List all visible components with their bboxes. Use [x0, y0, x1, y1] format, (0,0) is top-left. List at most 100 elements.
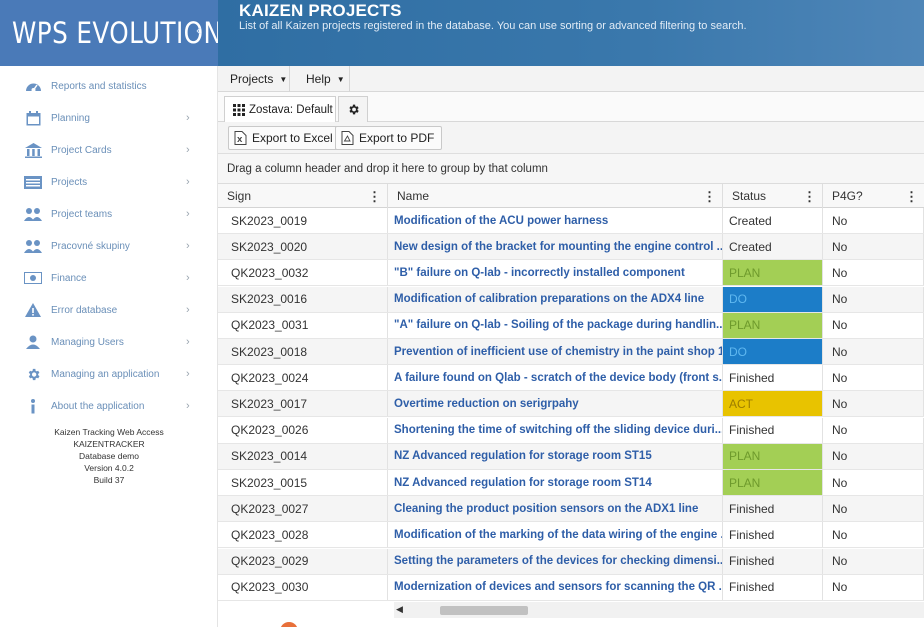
brand-panel: WPS EVOLUTION ‹ — [0, 0, 222, 66]
cell-name[interactable]: Cleaning the product position sensors on… — [388, 496, 723, 522]
table-row[interactable]: SK2023_0017 Overtime reduction on serigrp… — [218, 391, 924, 418]
table-row[interactable]: QK2023_0027 Cleaning the product position… — [218, 496, 924, 523]
cell-name[interactable]: Shortening the time of switching off the… — [388, 417, 723, 443]
sidebar-item-projects[interactable]: Projects › — [0, 166, 218, 198]
sidebar-item-pracovn-skupiny[interactable]: Pracovné skupiny › — [0, 230, 218, 262]
column-header-sign[interactable]: Sign ⋮ — [218, 184, 388, 208]
sidebar-item-label: Project Cards — [51, 144, 112, 156]
sidebar-item-label: Finance — [51, 272, 87, 284]
table-row[interactable]: SK2023_0018 Prevention of inefficient use… — [218, 339, 924, 365]
column-menu-icon[interactable]: ⋮ — [803, 189, 816, 205]
cell-name[interactable]: Modification of calibration preparations… — [388, 286, 723, 312]
projects-menu[interactable]: Projects ▼ — [222, 66, 290, 92]
gear-icon — [348, 104, 359, 115]
chevron-right-icon: › — [186, 368, 190, 380]
users-icon — [24, 238, 42, 254]
cell-name[interactable]: Prevention of inefficient use of chemist… — [388, 339, 723, 364]
app-info: Kaizen Tracking Web Access KAIZENTRACKER… — [0, 426, 218, 486]
cell-sign: QK2023_0031 — [218, 312, 388, 338]
app-logo[interactable]: WPS EVOLUTION — [12, 16, 222, 50]
cell-p4g: No — [823, 312, 924, 338]
grid-header: Sign ⋮ Name ⋮ Status ⋮ P4G? ⋮ — [218, 184, 924, 208]
cell-name[interactable]: "B" failure on Q-lab - incorrectly insta… — [388, 260, 723, 286]
export-excel-button[interactable]: X Export to Excel — [228, 126, 341, 150]
sidebar-item-managing-users[interactable]: Managing Users › — [0, 326, 218, 358]
users-icon — [24, 206, 42, 222]
column-header-label: Sign — [227, 189, 252, 203]
cell-name[interactable]: Overtime reduction on serigrpahy — [388, 391, 723, 417]
column-menu-icon[interactable]: ⋮ — [368, 189, 381, 205]
column-header-p4g[interactable]: P4G? ⋮ — [823, 184, 924, 208]
cell-name[interactable]: NZ Advanced regulation for storage room … — [388, 443, 723, 469]
sidebar-item-finance[interactable]: Finance › — [0, 262, 218, 294]
cell-sign: SK2023_0015 — [218, 470, 388, 495]
table-row[interactable]: QK2023_0024 A failure found on Qlab - scr… — [218, 365, 924, 392]
chevron-right-icon: › — [186, 144, 190, 156]
menu-bar: Projects ▼ Help ▼ — [218, 66, 924, 92]
table-row[interactable]: QK2023_0030 Modernization of devices and … — [218, 574, 924, 601]
cell-status: DO — [723, 286, 823, 312]
cell-p4g: No — [823, 470, 924, 495]
horizontal-scrollbar[interactable]: ◀ — [394, 602, 924, 618]
cell-name[interactable]: "A" failure on Q-lab - Soiling of the pa… — [388, 312, 723, 338]
cell-name[interactable]: New design of the bracket for mounting t… — [388, 234, 723, 260]
cell-p4g: No — [823, 574, 924, 600]
app-window: WPS EVOLUTION ‹ KAIZEN PROJECTS List of … — [0, 0, 924, 627]
cell-name[interactable]: A failure found on Qlab - scratch of the… — [388, 365, 723, 391]
export-pdf-button[interactable]: Export to PDF — [335, 126, 443, 150]
sidebar-item-error-database[interactable]: Error database › — [0, 294, 218, 326]
sidebar-item-label: Reports and statistics — [51, 80, 147, 92]
table-row[interactable]: SK2023_0019 Modification of the ACU power… — [218, 208, 924, 234]
chevron-right-icon: › — [186, 208, 190, 220]
cell-status: Finished — [723, 574, 823, 600]
sidebar-item-project-teams[interactable]: Project teams › — [0, 198, 218, 230]
cell-name[interactable]: Modification of the marking of the data … — [388, 522, 723, 548]
scrollbar-thumb[interactable] — [440, 606, 528, 615]
group-by-panel[interactable]: Drag a column header and drop it here to… — [218, 154, 924, 184]
column-menu-icon[interactable]: ⋮ — [905, 189, 918, 205]
sidebar-item-project-cards[interactable]: Project Cards › — [0, 134, 218, 166]
app-info-line: Kaizen Tracking Web Access — [54, 427, 164, 437]
cell-p4g: No — [823, 496, 924, 522]
cell-name[interactable]: Modification of the ACU power harness — [388, 208, 723, 233]
sidebar-item-managing-an-application[interactable]: Managing an application › — [0, 358, 218, 390]
cell-sign: QK2023_0032 — [218, 260, 388, 286]
cell-status: Finished — [723, 522, 823, 548]
column-menu-icon[interactable]: ⋮ — [703, 189, 716, 205]
sidebar-item-planning[interactable]: Planning › — [0, 102, 218, 134]
calendar-icon — [24, 110, 42, 126]
table-row[interactable]: SK2023_0015 NZ Advanced regulation for st… — [218, 470, 924, 496]
cell-status: Finished — [723, 496, 823, 522]
cell-sign: QK2023_0029 — [218, 548, 388, 574]
cell-name[interactable]: NZ Advanced regulation for storage room … — [388, 470, 723, 495]
cell-sign: SK2023_0020 — [218, 234, 388, 260]
sidebar-item-label: Managing an application — [51, 368, 160, 380]
cell-name[interactable]: Modernization of devices and sensors for… — [388, 574, 723, 600]
table-row[interactable]: QK2023_0031 "A" failure on Q-lab - Soilin… — [218, 312, 924, 339]
table-row[interactable]: SK2023_0020 New design of the bracket for… — [218, 234, 924, 261]
table-row[interactable]: QK2023_0026 Shortening the time of switch… — [218, 417, 924, 444]
table-row[interactable]: QK2023_0032 "B" failure on Q-lab - incorr… — [218, 260, 924, 287]
table-row[interactable]: QK2023_0028 Modification of the marking o… — [218, 522, 924, 549]
tab-settings[interactable] — [338, 96, 368, 122]
column-header-name[interactable]: Name ⋮ — [388, 184, 723, 208]
tab-report-default[interactable]: Zostava: Default — [224, 96, 336, 122]
cell-name[interactable]: Setting the parameters of the devices fo… — [388, 548, 723, 574]
cell-sign: QK2023_0028 — [218, 522, 388, 548]
app-info-line: Version 4.0.2 — [84, 463, 134, 473]
sidebar-collapse-icon[interactable]: ‹ — [196, 22, 201, 40]
cell-status: Finished — [723, 548, 823, 574]
export-excel-label: Export to Excel — [252, 131, 333, 145]
table-row[interactable]: SK2023_0014 NZ Advanced regulation for st… — [218, 443, 924, 470]
column-header-status[interactable]: Status ⋮ — [723, 184, 823, 208]
table-row[interactable]: QK2023_0029 Setting the parameters of the… — [218, 548, 924, 575]
current-page-indicator[interactable] — [280, 622, 298, 627]
table-row[interactable]: SK2023_0016 Modification of calibration p… — [218, 286, 924, 313]
sidebar-item-label: Error database — [51, 304, 118, 316]
sidebar-item-reports-and-statistics[interactable]: Reports and statistics — [0, 70, 218, 102]
dashboard-icon — [24, 78, 42, 94]
money-icon — [24, 270, 42, 286]
help-menu[interactable]: Help ▼ — [298, 66, 350, 92]
sidebar-item-about-the-application[interactable]: About the application › — [0, 390, 218, 422]
scroll-left-icon[interactable]: ◀ — [396, 604, 403, 615]
